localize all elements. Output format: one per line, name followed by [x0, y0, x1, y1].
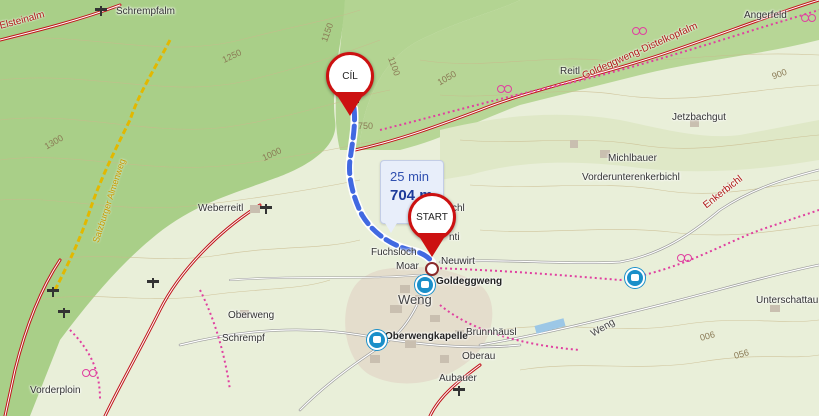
place-label-weberreitl[interactable]: Weberreitl: [198, 204, 243, 214]
signpost-icon[interactable]: [260, 204, 272, 214]
bus-stop-icon[interactable]: [367, 330, 387, 350]
place-label-angerfeld[interactable]: Angerfeld: [744, 11, 787, 21]
place-label-schrempfalm[interactable]: Schrempfalm: [116, 7, 175, 17]
signpost-icon[interactable]: [47, 287, 59, 297]
route-duration: 25 min: [390, 169, 430, 184]
place-label-vorderploin[interactable]: Vorderploin: [30, 386, 81, 396]
place-label-moar[interactable]: Moar: [396, 262, 419, 272]
route-start-pin-icon[interactable]: START: [408, 193, 456, 259]
bicycle-route-icon[interactable]: [497, 82, 512, 93]
route-start-pin-tip: [417, 233, 447, 257]
bicycle-route-icon[interactable]: [801, 11, 816, 22]
bus-stop-icon[interactable]: [415, 275, 435, 295]
signpost-icon[interactable]: [95, 6, 107, 16]
bicycle-route-icon[interactable]: [632, 24, 647, 35]
map-canvas[interactable]: 1150 1250 1100 1050 1300 1000 900 006 05…: [0, 0, 819, 416]
place-label-aubauer[interactable]: Aubauer: [439, 374, 477, 384]
bicycle-route-icon[interactable]: [677, 251, 692, 262]
bus-stop-icon[interactable]: [625, 268, 645, 288]
place-label-vorderunterenkerbichl[interactable]: Vorderunterenkerbichl: [582, 173, 680, 183]
signpost-icon[interactable]: [147, 278, 159, 288]
place-label-michlbauer[interactable]: Michlbauer: [608, 154, 657, 164]
route-end-pin-icon[interactable]: CÍL: [326, 52, 374, 118]
place-label-jetzbachgut[interactable]: Jetzbachgut: [672, 113, 726, 123]
place-label-weng[interactable]: Weng: [398, 293, 432, 306]
church-icon[interactable]: [425, 262, 439, 276]
place-label-goldeggweng-stop[interactable]: Goldeggweng: [436, 277, 502, 287]
signpost-icon[interactable]: [453, 386, 465, 396]
place-label-reitl[interactable]: Reitl: [560, 67, 580, 77]
place-label-oberau[interactable]: Oberau: [462, 352, 495, 362]
bicycle-route-icon[interactable]: [82, 366, 97, 377]
place-label-oberweng[interactable]: Oberweng: [228, 311, 274, 321]
signpost-icon[interactable]: [58, 308, 70, 318]
route-end-pin-tip: [335, 92, 365, 116]
place-label-brunnhaeusl[interactable]: Brunnhäusl: [466, 328, 517, 338]
contour-label: 750: [358, 121, 374, 131]
place-label-oberwengkapelle[interactable]: Oberwengkapelle: [385, 332, 468, 342]
place-label-unterschattau[interactable]: Unterschattau: [756, 296, 818, 306]
place-label-schrempf[interactable]: Schrempf: [222, 334, 265, 344]
